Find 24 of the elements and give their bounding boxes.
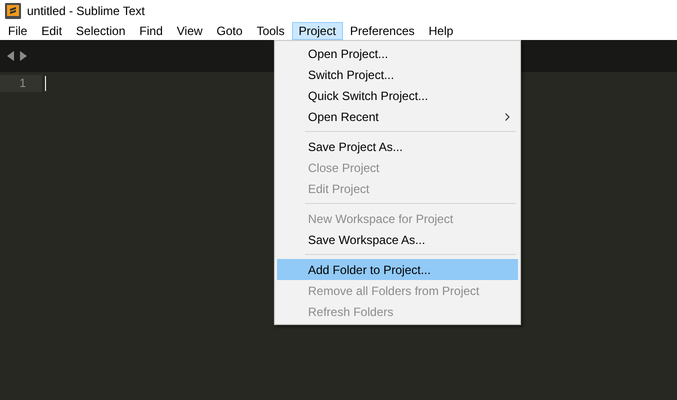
left-arrow-icon[interactable] [7, 51, 15, 61]
menu-option[interactable]: Open Recent [277, 106, 518, 127]
text-cursor [45, 76, 46, 91]
chevron-right-icon [505, 112, 510, 120]
menu-item[interactable]: Selection [69, 22, 132, 40]
menu-item[interactable]: Goto [210, 22, 250, 40]
menu-item[interactable]: Edit [34, 22, 70, 40]
menu-item[interactable]: Find [132, 22, 170, 40]
menu-item[interactable]: Tools [250, 22, 292, 40]
menu-option[interactable]: Quick Switch Project... [277, 85, 518, 106]
menu-item[interactable]: Preferences [342, 22, 422, 40]
window-title: untitled - Sublime Text [27, 3, 145, 20]
right-arrow-icon[interactable] [19, 51, 27, 61]
app-icon [5, 3, 21, 19]
menu-option[interactable]: Add Folder to Project... [277, 259, 518, 280]
menu-option[interactable]: Switch Project... [277, 64, 518, 85]
menu-item[interactable]: File [1, 22, 34, 40]
menu-option[interactable]: Open Project... [277, 43, 518, 64]
menu-item[interactable]: Help [422, 22, 460, 40]
menu-option[interactable]: Save Workspace As... [277, 229, 518, 250]
menu-option[interactable]: Save Project As... [277, 136, 518, 157]
menu-item[interactable]: Project [292, 22, 343, 40]
menu-item[interactable]: View [170, 22, 210, 40]
line-number: 1 [0, 75, 42, 92]
